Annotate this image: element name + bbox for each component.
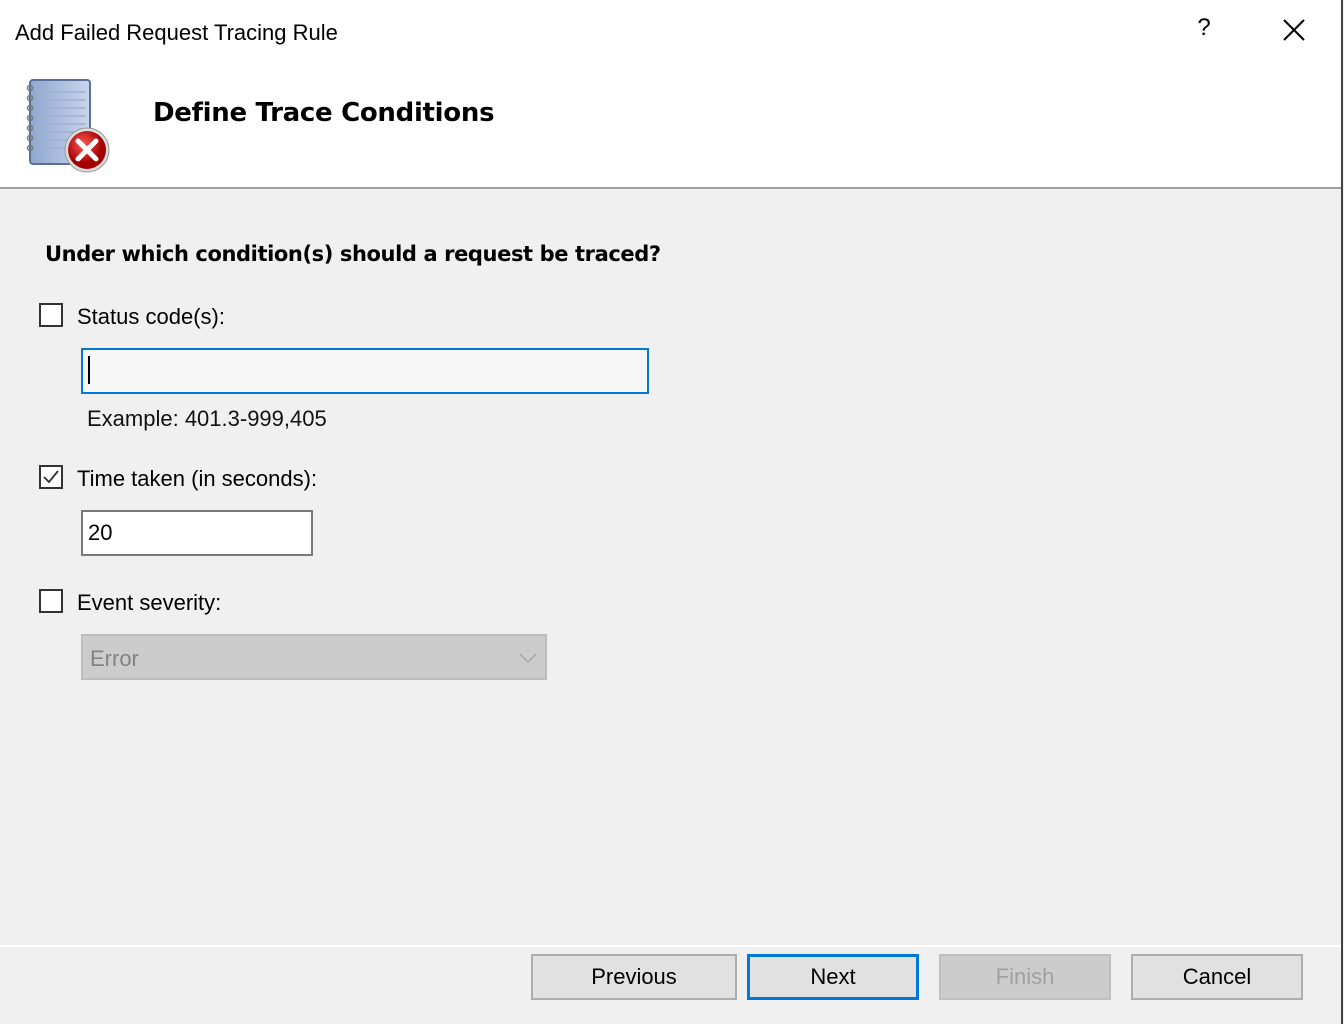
page-title: Define Trace Conditions	[153, 98, 495, 128]
chevron-down-icon	[519, 653, 537, 664]
status-codes-label: Status code(s):	[77, 304, 225, 329]
status-codes-checkbox[interactable]	[39, 303, 63, 327]
footer-divider	[0, 945, 1341, 947]
time-taken-checkbox[interactable]	[39, 465, 63, 489]
event-severity-label: Event severity:	[77, 590, 222, 615]
title-bar: Add Failed Request Tracing Rule ?	[0, 0, 1341, 66]
help-button[interactable]: ?	[1192, 14, 1216, 42]
next-button[interactable]: Next	[747, 954, 919, 1000]
event-severity-value: Error	[90, 646, 139, 671]
dialog-window: Add Failed Request Tracing Rule ? Define…	[0, 0, 1343, 1024]
status-codes-input[interactable]	[81, 348, 649, 394]
cancel-button[interactable]: Cancel	[1131, 954, 1303, 1000]
time-taken-input[interactable]	[81, 510, 313, 556]
wizard-header: Define Trace Conditions	[0, 66, 1341, 189]
event-severity-checkbox[interactable]	[39, 589, 63, 613]
checkmark-icon	[43, 470, 59, 484]
close-icon	[1283, 19, 1305, 41]
notebook-error-icon	[26, 79, 110, 173]
text-caret	[88, 356, 90, 384]
status-codes-example: Example: 401.3-999,405	[87, 406, 327, 431]
close-button[interactable]	[1280, 16, 1308, 44]
previous-button[interactable]: Previous	[531, 954, 737, 1000]
conditions-question: Under which condition(s) should a reques…	[45, 242, 661, 266]
window-title: Add Failed Request Tracing Rule	[15, 20, 338, 45]
finish-button[interactable]: Finish	[939, 954, 1111, 1000]
event-severity-select[interactable]: Error	[81, 634, 547, 680]
time-taken-label: Time taken (in seconds):	[77, 466, 318, 491]
